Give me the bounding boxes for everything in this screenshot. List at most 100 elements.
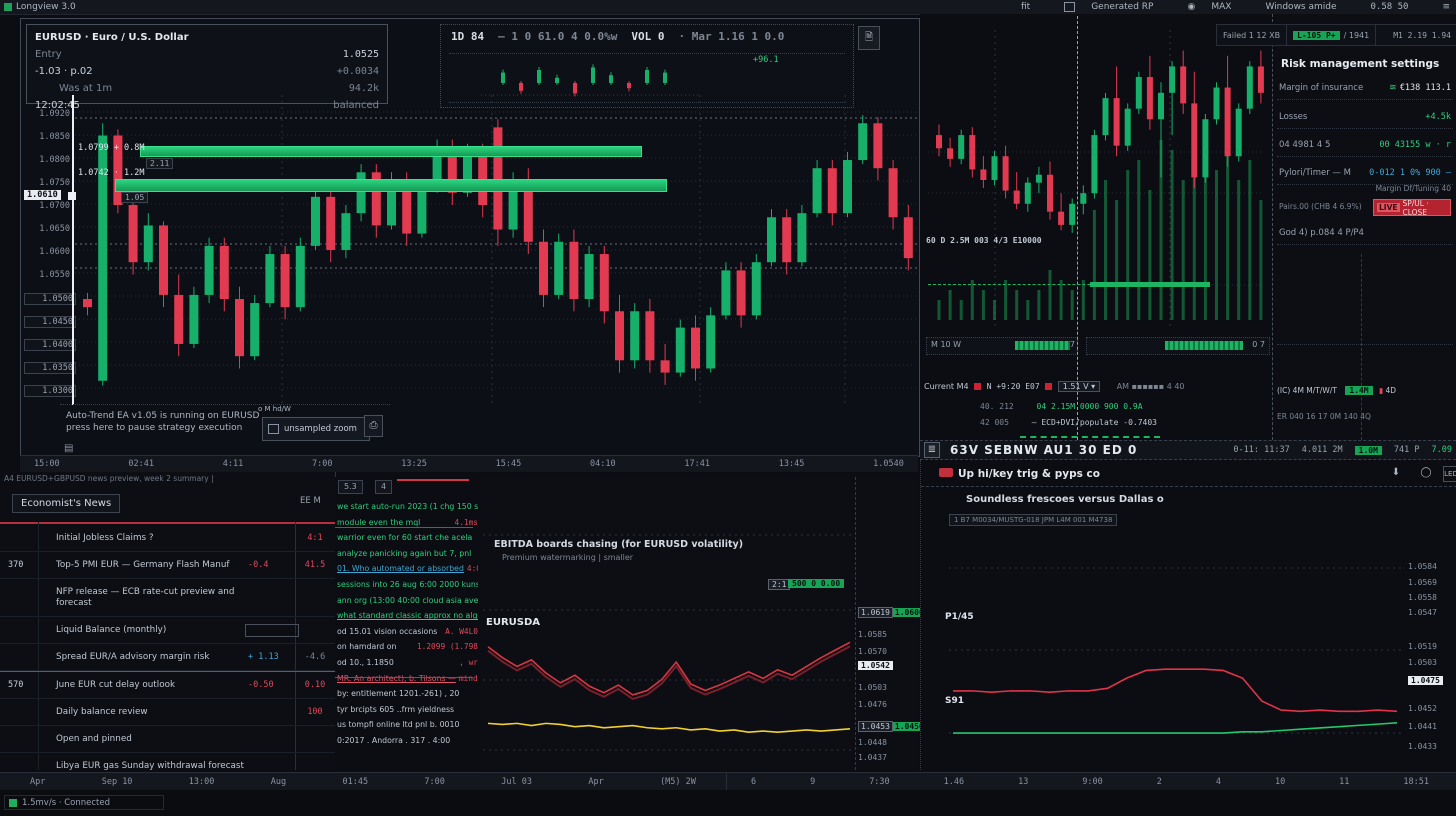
news-row[interactable]: Spread EUR/A advisory margin risk+ 1.13-… [0, 644, 335, 671]
position-bar-tag: 1.05 [121, 192, 148, 203]
fill-row-label: 42 005 [980, 418, 1009, 427]
time-label: 7:30 [869, 777, 889, 787]
time-label: 17:41 [684, 459, 710, 469]
price-label: 1.0750 [24, 178, 70, 188]
news-row-delta: -0.50 [248, 680, 274, 690]
news-row-value: 4:1 [298, 533, 332, 543]
equity-line-chart[interactable] [483, 530, 855, 770]
close-order-button[interactable]: LIVE SP/UL · CLOSE [1373, 199, 1451, 216]
sell-marker-icon [974, 383, 981, 390]
divider [921, 486, 1456, 487]
news-row-value: 41.5 [298, 560, 332, 570]
drawdown-title: Soundless frescoes versus Dallas o [966, 494, 1164, 505]
news-row[interactable]: Daily balance review100 [0, 699, 335, 726]
chart-corner-icon[interactable]: ▤ [64, 443, 73, 454]
ea-status-line2[interactable]: press here to pause strategy execution [66, 423, 242, 433]
time-label: 01:45 [342, 777, 368, 787]
risk-row-value: 00 43155 w · r [1379, 140, 1451, 150]
position-bar[interactable] [140, 146, 642, 157]
journal-text: us tompfi online ltd pnl b. 0010 [337, 717, 459, 733]
news-row[interactable]: Initial Jobless Claims ? 4:1 [0, 525, 335, 552]
position-bar[interactable] [115, 179, 667, 192]
price-label: 1.0450 [24, 316, 76, 328]
session-divider [1077, 16, 1078, 440]
risk-row-label: 04 4981 4 5 [1279, 140, 1330, 150]
divider [335, 527, 473, 528]
clipboard-icon[interactable]: ⎙ [364, 415, 383, 437]
time-label: 1.0540 [873, 459, 904, 469]
bell-icon[interactable]: ◉ [1187, 2, 1195, 12]
bottom-time-axis: AprSep 1013:00Aug01:457:00Jul 03Apr(M5) … [0, 772, 1456, 792]
price-label: 1.0400 [24, 339, 76, 351]
strategy-tag[interactable]: 1 B7 M0034/MUSTG-018 JPM L4M 001 M4738 [949, 514, 1117, 526]
list-icon[interactable]: ≣ [924, 442, 940, 458]
journal-tab[interactable]: 5.3 [338, 480, 363, 494]
gauge-fill [1165, 341, 1243, 350]
time-label: 15:00 [34, 459, 60, 469]
news-col-header: EE M [300, 496, 321, 506]
risk-row-label: Margin of insurance [1279, 83, 1363, 93]
report-icon[interactable]: 🗎 [858, 26, 880, 50]
time-label: (M5) 2W [660, 777, 696, 787]
time-label: 02:41 [128, 459, 154, 469]
active-tab-indicator [397, 479, 469, 481]
symbol-row-value: 1.0525 [343, 46, 379, 63]
menu-item-fit[interactable]: fit [1021, 2, 1030, 12]
news-row[interactable]: 370Top-5 PMI EUR — Germany Flash Manuf-0… [0, 552, 335, 579]
price-label: 1.0700 [24, 201, 70, 211]
news-row[interactable]: Open and pinned [0, 726, 335, 753]
news-row-text: Libya EUR gas Sunday withdrawal forecast [56, 761, 263, 772]
news-row-text: June EUR cut delay outlook [56, 680, 263, 691]
news-row-text: Initial Jobless Claims ? [56, 533, 263, 544]
divider [1277, 344, 1453, 345]
news-row-number: 370 [8, 560, 23, 570]
journal-tab[interactable]: 4 [375, 480, 392, 494]
news-row[interactable]: NFP release — ECB rate-cut preview and f… [0, 579, 335, 617]
overview-stat: VOL 0 [631, 30, 664, 43]
journal-text: warrior even for 60 start che acela [337, 530, 472, 546]
divider [335, 677, 473, 678]
time-label: 4 [1216, 777, 1221, 787]
news-header[interactable]: Economist's News [12, 494, 120, 513]
journal-line: od 15.01 vision occasionsA. W4L0 [337, 624, 478, 640]
download-icon[interactable]: ⬇ [1389, 466, 1403, 480]
levels-icon[interactable]: ≋ [1389, 83, 1397, 93]
connection-status[interactable]: 1.5mv/s · Connected [4, 795, 164, 810]
order-cell: N +9:20 E07 [987, 382, 1040, 391]
journal-line: sessions into 26 aug 6:00 2000 kuns [337, 577, 478, 593]
news-row[interactable]: 570June EUR cut delay outlook-0.500.10 [0, 671, 335, 699]
time-label: 15:45 [496, 459, 522, 469]
news-row-text: NFP release — ECB rate-cut preview and f… [56, 587, 263, 609]
pane-stat-green: 7.09 [1432, 445, 1452, 455]
risk-row-value: 0-012 1 0% 900 — [1369, 168, 1451, 178]
order-cell: Current M4 [924, 382, 969, 391]
pane-stat: 0-11: 11:37 [1233, 445, 1289, 455]
time-label: 11 [1339, 777, 1349, 787]
grid-icon[interactable] [1064, 2, 1075, 12]
live-toggle[interactable]: LED [1443, 466, 1456, 482]
unsampled-zoom-button[interactable]: unsampled zoom [262, 417, 370, 441]
circle-icon[interactable]: ◯ [1419, 466, 1433, 480]
sparkline-chart [481, 61, 701, 99]
time-label: Aug [271, 777, 286, 787]
price-label: 1.0920 [24, 109, 70, 119]
time-label: 1.46 [944, 777, 964, 787]
lot-size-select[interactable]: 1.51 V ▾ [1058, 381, 1100, 392]
news-row-value: -4.6 [298, 652, 332, 662]
journal-value: 4:00 [467, 561, 478, 577]
journal-line: od 10., 1.1850, wr [337, 655, 478, 671]
menu-icon[interactable]: ≡ [1442, 2, 1450, 12]
news-row-text: Liquid Balance (monthly) [56, 625, 263, 636]
menu-item-window-mode[interactable]: Windows amide [1265, 2, 1336, 12]
drawdown-line-chart[interactable] [949, 530, 1401, 770]
divider [0, 522, 335, 524]
news-row[interactable]: Liquid Balance (monthly) [0, 617, 335, 644]
candlestick-chart-main[interactable] [75, 95, 918, 405]
fill-row: 42 005 — ECD+DVI/populate -0.7403 [980, 418, 1157, 427]
pane-title: 63V SEBNW AU1 30 ED 0 [950, 443, 1137, 457]
journal-text: ann org (13:00 40:00 cloud asia avenue [337, 593, 478, 609]
price-label: 1.0500 [24, 293, 76, 305]
menu-item-generated[interactable]: Generated RP [1091, 2, 1153, 12]
zoom-grid-icon [268, 424, 279, 434]
menu-item-max[interactable]: MAX [1211, 2, 1231, 12]
